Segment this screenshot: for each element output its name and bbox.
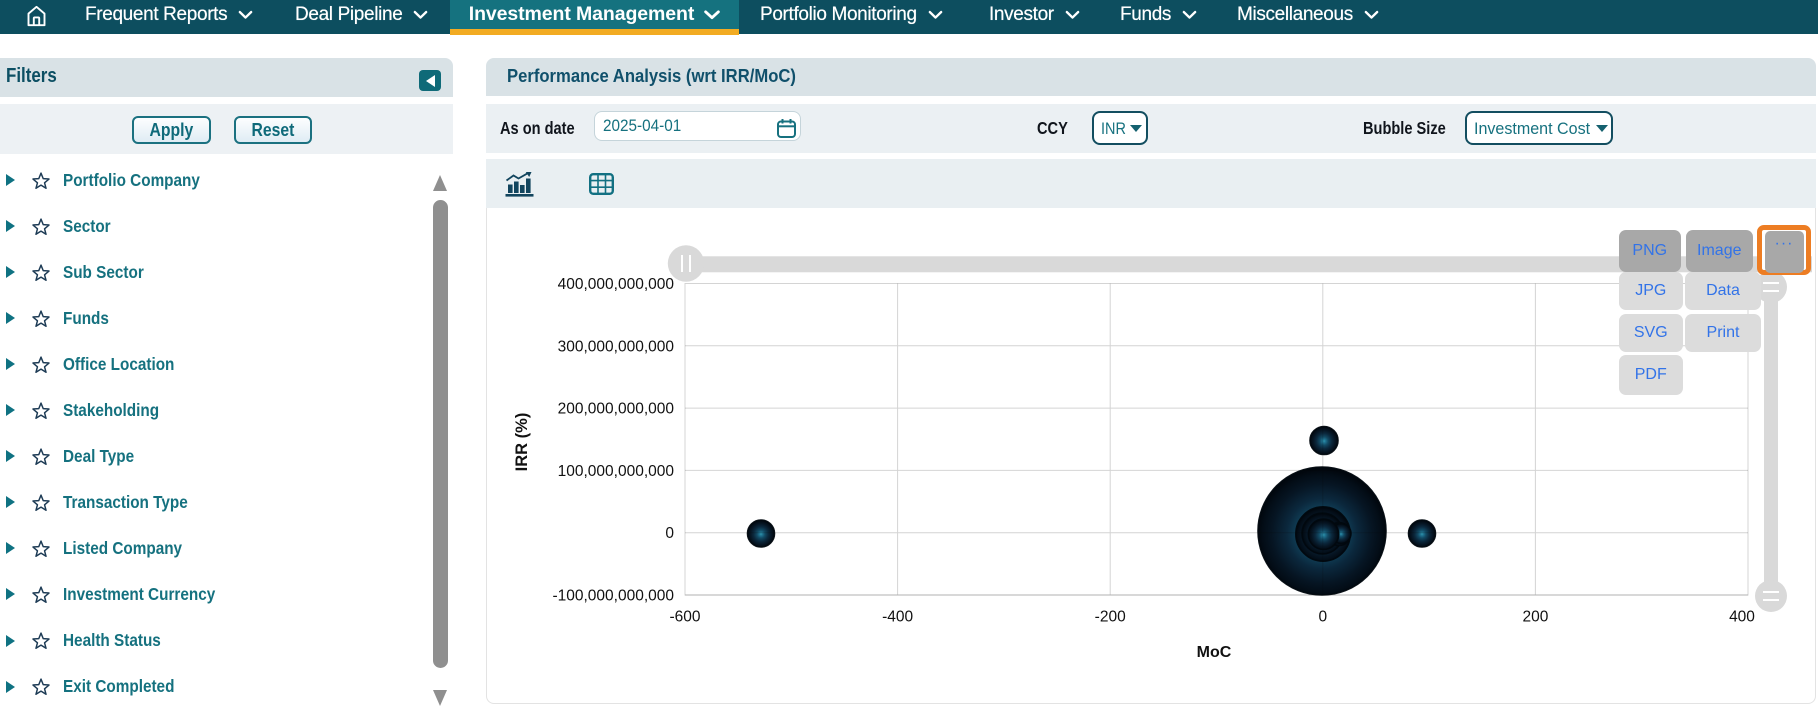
- svg-text:0: 0: [665, 525, 674, 542]
- svg-text:400,000,000,000: 400,000,000,000: [558, 276, 675, 293]
- svg-text:200: 200: [1522, 609, 1548, 626]
- svg-text:-100,000,000,000: -100,000,000,000: [552, 588, 674, 605]
- svg-text:0: 0: [1318, 609, 1327, 626]
- svg-text:-200: -200: [1095, 609, 1126, 626]
- svg-text:100,000,000,000: 100,000,000,000: [558, 463, 675, 480]
- svg-text:200,000,000,000: 200,000,000,000: [558, 401, 675, 418]
- svg-text:MoC: MoC: [1197, 644, 1232, 661]
- svg-text:300,000,000,000: 300,000,000,000: [558, 338, 675, 355]
- svg-text:400: 400: [1729, 609, 1755, 626]
- svg-text:IRR (%): IRR (%): [513, 413, 531, 472]
- svg-text:-600: -600: [669, 609, 700, 626]
- svg-text:-400: -400: [882, 609, 913, 626]
